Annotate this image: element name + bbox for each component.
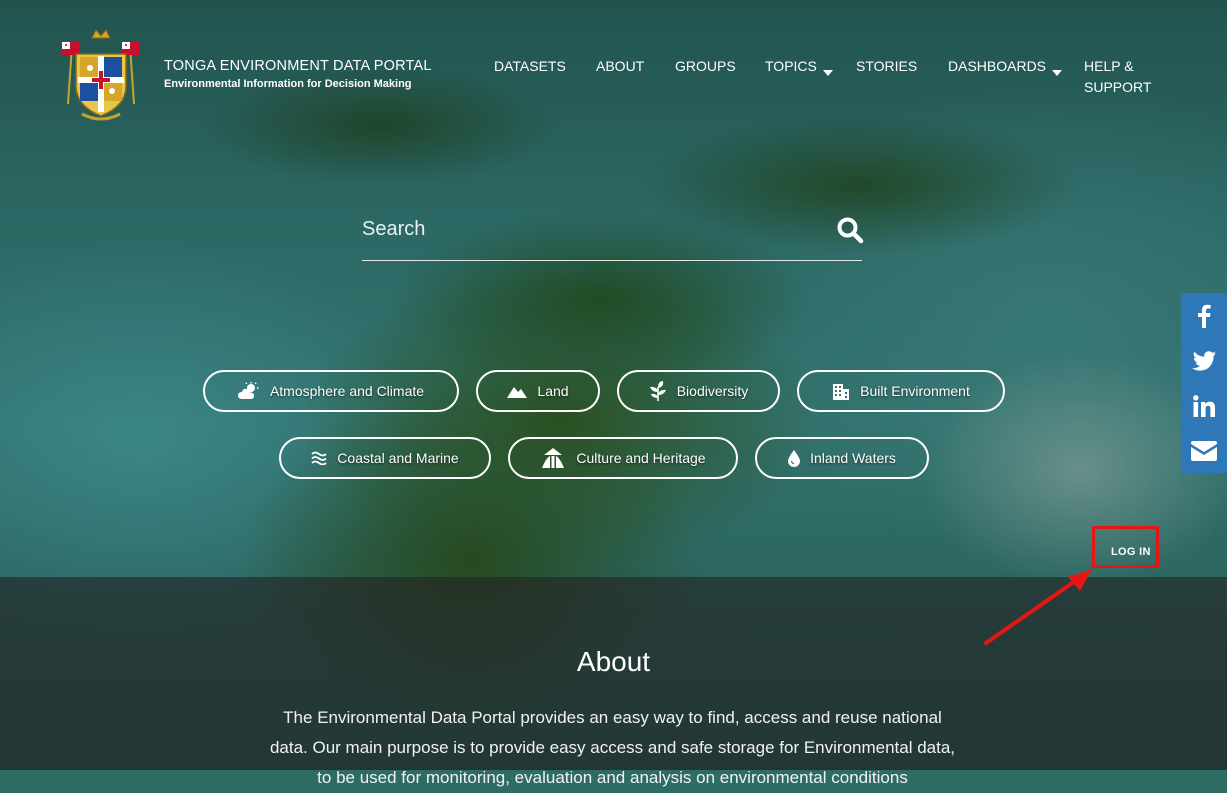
topic-biodiversity[interactable]: Biodiversity [617, 370, 780, 412]
waves-icon [311, 451, 327, 465]
topic-atmosphere-and-climate[interactable]: Atmosphere and Climate [203, 370, 459, 412]
topic-label: Built Environment [860, 383, 970, 399]
topic-label: Biodiversity [676, 383, 749, 399]
leaf-icon [649, 381, 666, 401]
topic-culture-and-heritage[interactable]: Culture and Heritage [508, 437, 738, 479]
site-title[interactable]: TONGA ENVIRONMENT DATA PORTAL [164, 58, 432, 74]
nav-about[interactable]: ABOUT [596, 56, 644, 77]
topic-inland-waters[interactable]: Inland Waters [755, 437, 929, 479]
envelope-icon [1191, 440, 1217, 461]
mountain-icon [507, 387, 528, 398]
chevron-down-icon [1052, 70, 1063, 76]
coat-of-arms-logo[interactable] [58, 26, 144, 122]
about-description: The Environmental Data Portal provides a… [269, 708, 956, 787]
social-share-bar [1181, 293, 1227, 473]
topic-land[interactable]: Land [476, 370, 600, 412]
water-drop-icon [788, 449, 801, 467]
search-bar [362, 206, 864, 261]
site-subtitle: Environmental Information for Decision M… [164, 78, 412, 90]
culture-icon [542, 448, 565, 468]
login-link[interactable]: LOG IN [1111, 546, 1151, 558]
linkedin-share[interactable] [1181, 383, 1227, 428]
nav-help-label-line2: SUPPORT [1084, 79, 1152, 95]
topic-built-environment[interactable]: Built Environment [797, 370, 1005, 412]
linkedin-icon [1193, 394, 1215, 417]
topic-label: Inland Waters [810, 450, 896, 466]
topic-label: Atmosphere and Climate [269, 383, 425, 399]
search-input[interactable] [362, 214, 822, 244]
topic-label: Culture and Heritage [576, 450, 706, 466]
nav-datasets-label: DATASETS [494, 58, 566, 74]
about-heading: About [576, 646, 651, 677]
search-icon[interactable] [836, 216, 864, 244]
topic-label: Coastal and Marine [337, 450, 459, 466]
topic-coastal-and-marine[interactable]: Coastal and Marine [279, 437, 491, 479]
nav-groups[interactable]: GROUPS [675, 56, 736, 77]
nav-dashboards-label: DASHBOARDS [948, 58, 1047, 74]
nav-datasets[interactable]: DATASETS [494, 56, 566, 77]
twitter-share[interactable] [1181, 338, 1227, 383]
nav-dashboards[interactable]: DASHBOARDS [948, 56, 1063, 77]
nav-about-label: ABOUT [596, 58, 645, 74]
building-icon [833, 384, 850, 400]
nav-stories[interactable]: STORIES [856, 56, 917, 77]
nav-help-support[interactable]: HELP & SUPPORT [1084, 56, 1151, 98]
cloud-sun-icon [237, 382, 259, 399]
topic-label: Land [537, 383, 569, 399]
nav-groups-label: GROUPS [675, 58, 736, 74]
email-share[interactable] [1181, 428, 1227, 473]
chevron-down-icon [822, 70, 833, 76]
nav-stories-label: STORIES [856, 58, 918, 74]
twitter-icon [1192, 350, 1216, 371]
nav-topics[interactable]: TOPICS [765, 56, 833, 77]
facebook-icon [1198, 304, 1211, 328]
annotation-arrow-icon [984, 569, 1092, 645]
nav-help-label-line1: HELP & [1084, 58, 1134, 74]
nav-topics-label: TOPICS [765, 58, 817, 74]
facebook-share[interactable] [1181, 293, 1227, 338]
